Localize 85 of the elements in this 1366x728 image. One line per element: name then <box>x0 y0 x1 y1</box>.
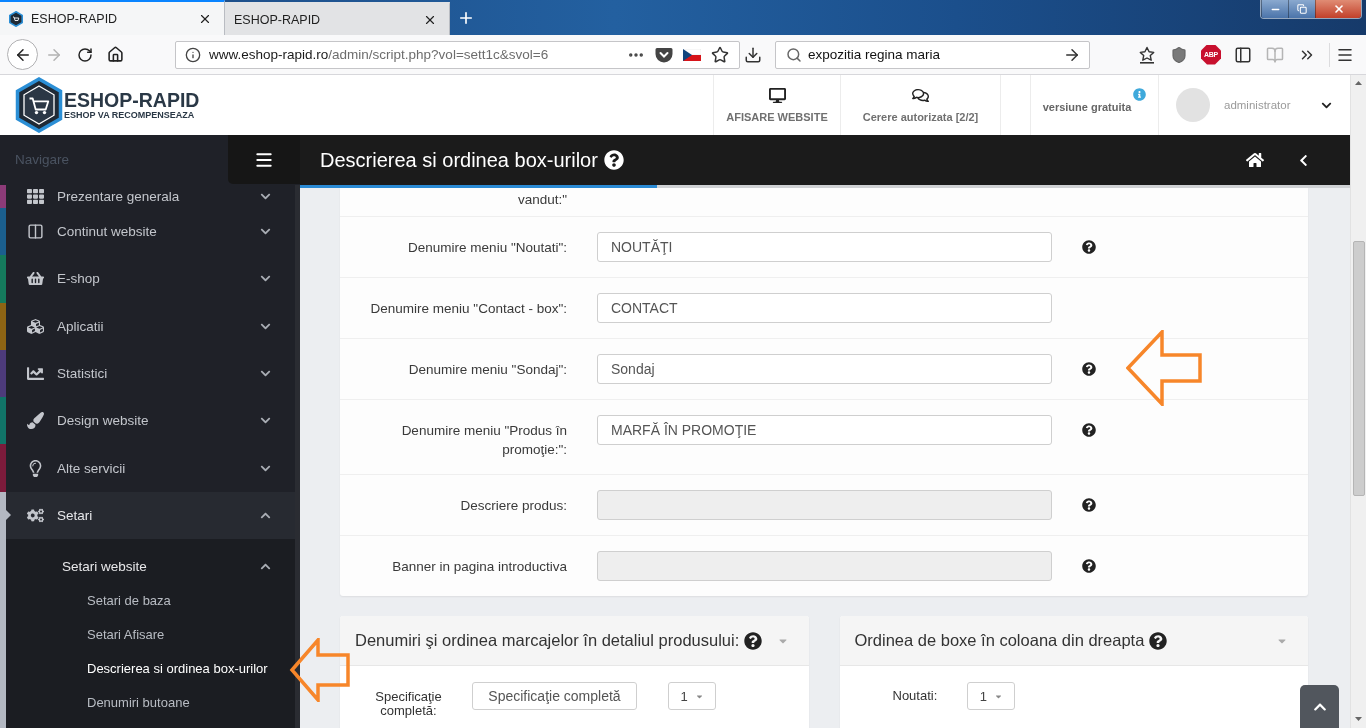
sidebar-item[interactable]: Prezentare generala <box>6 185 295 208</box>
scroll-to-top-button[interactable] <box>1300 685 1339 728</box>
bookmark-star-icon[interactable] <box>1138 45 1156 64</box>
download-icon[interactable] <box>744 45 762 64</box>
help-icon[interactable] <box>1082 240 1096 254</box>
back-chevron-icon[interactable] <box>1297 153 1310 167</box>
text-field[interactable]: Specificaţie completă <box>472 682 637 710</box>
logo-name: ESHOP-RAPID <box>64 90 200 110</box>
field-label: Denumire meniu "Noutati": <box>407 239 567 257</box>
sidebar-item[interactable]: Design website <box>6 397 295 445</box>
help-icon[interactable] <box>1149 631 1168 650</box>
submenu-link[interactable]: Descrierea si ordinea box-urilor <box>6 651 295 686</box>
scroll-down-icon[interactable] <box>1355 717 1362 721</box>
sidebar-icon[interactable] <box>1234 45 1252 64</box>
columns-icon <box>26 223 44 241</box>
text-field[interactable]: Sondaj <box>597 354 1052 384</box>
grid-icon <box>26 188 44 205</box>
order-select[interactable]: 1 <box>967 682 1016 710</box>
sidebar-item[interactable]: Alte servicii <box>6 444 295 492</box>
help-icon[interactable] <box>1082 362 1096 376</box>
text-field[interactable]: MARFĂ ÎN PROMOŢIE <box>597 415 1052 445</box>
pointer-icon <box>6 510 11 521</box>
search-field[interactable]: expozitia regina maria <box>775 40 1090 69</box>
shield-icon[interactable] <box>1170 45 1188 64</box>
field-label: Specificaţie completă: <box>374 690 443 718</box>
sidebar-item[interactable]: Setari <box>6 491 295 540</box>
sidebar-item[interactable]: Aplicatii <box>6 302 295 350</box>
scroll-up-icon[interactable] <box>1355 81 1362 85</box>
field-label: Denumire meniu "Sondaj": <box>407 361 567 379</box>
field-label: Denumire meniu "Contact - box": <box>369 300 567 318</box>
restore-icon <box>1297 4 1307 14</box>
sidebar-item[interactable]: Statistici <box>6 349 295 398</box>
field-label: Descriere produs: <box>459 497 567 515</box>
field-label: Denumire meniu "Produs în promoţie:": <box>400 422 567 459</box>
field-label: Noutati: <box>892 689 938 703</box>
restore-button[interactable] <box>1288 0 1315 18</box>
minimize-button[interactable] <box>1261 0 1288 18</box>
home-icon[interactable] <box>107 46 124 63</box>
help-icon[interactable] <box>744 631 763 650</box>
panel-title: Denumiri şi ordinea marcajelor în detaliul produsului: <box>355 631 740 650</box>
line-chart-icon <box>26 365 44 383</box>
gears-icon <box>26 506 44 524</box>
star-icon[interactable] <box>711 45 729 64</box>
text-field[interactable]: NOUTĂŢI <box>597 232 1052 262</box>
submenu-link[interactable]: Setari Afisare <box>6 617 295 652</box>
info-icon[interactable] <box>185 46 201 63</box>
sidebar-item[interactable]: Continut website <box>6 208 295 256</box>
address-bar[interactable]: www.eshop-rapid.ro/admin/script.php?vol=sett1c&svol=6 <box>175 40 740 69</box>
logo-tagline: ESHOP VA RECOMPENSEAZA <box>64 110 196 120</box>
monitor-icon <box>768 87 786 104</box>
callout-arrow <box>288 638 352 702</box>
browser-tab[interactable]: ESHOP-RAPID <box>225 2 450 35</box>
field-label: Banner in pagina introductiva <box>391 558 567 576</box>
basket-icon <box>26 270 44 288</box>
scrollbar[interactable] <box>1350 75 1366 728</box>
help-icon[interactable] <box>1082 423 1096 437</box>
menu-toggle-button[interactable] <box>228 135 300 184</box>
info-icon <box>1133 88 1147 101</box>
submenu-item[interactable]: Setari website <box>6 549 295 584</box>
scrollbar-thumb[interactable] <box>1352 241 1365 496</box>
submenu-link[interactable]: Setari de baza <box>6 583 295 618</box>
home-icon[interactable] <box>1246 151 1264 169</box>
reload-icon[interactable] <box>76 46 93 63</box>
field-label: vandut:" <box>516 191 567 209</box>
browser-tab[interactable]: ESHOP-RAPID <box>0 0 225 35</box>
sidebar-item[interactable]: E-shop <box>6 255 295 303</box>
panel-title: Ordinea de boxe în coloana din dreapta <box>854 631 1145 650</box>
order-select[interactable]: 1 <box>668 682 716 710</box>
version-label: versiune gratuita <box>1042 101 1132 113</box>
close-icon <box>1332 3 1345 15</box>
back-button[interactable] <box>7 39 38 70</box>
chevron-shield-icon[interactable] <box>655 46 673 63</box>
navigation-heading: Navigare <box>14 151 71 169</box>
help-icon[interactable] <box>603 150 624 170</box>
submenu-link[interactable]: Denumiri butoane <box>6 685 295 720</box>
cubes-icon <box>26 317 44 335</box>
brush-icon <box>26 412 44 430</box>
text-field[interactable]: CONTACT <box>597 293 1052 323</box>
close-window-button[interactable] <box>1315 0 1361 18</box>
flag-icon <box>683 48 701 61</box>
url-text: www.eshop-rapid.ro/admin/script.php?vol=sett1c&svol=6 <box>209 47 550 62</box>
chat-icon <box>912 87 929 104</box>
page-title: Descrierea si ordinea box-urilor <box>320 148 598 172</box>
search-icon <box>786 46 802 63</box>
avatar <box>1176 88 1210 122</box>
